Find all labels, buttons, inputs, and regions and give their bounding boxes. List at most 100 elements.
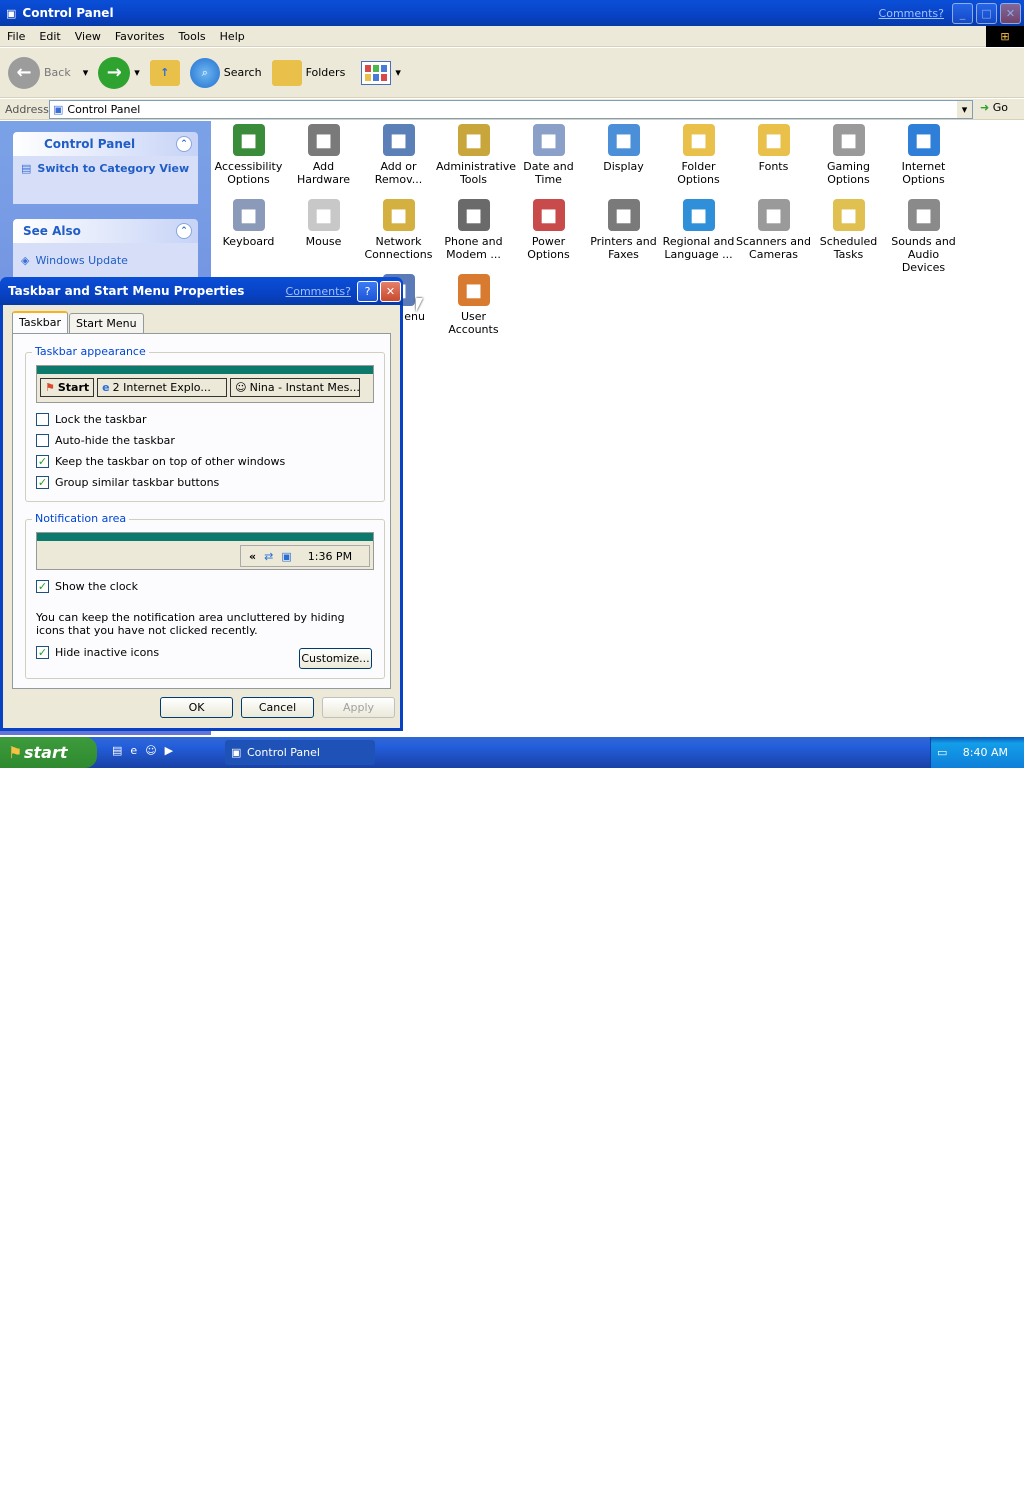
messenger-launch-icon[interactable]: ☺ bbox=[145, 744, 156, 757]
control-panel-item[interactable]: ■ Add or Remov... bbox=[361, 124, 436, 186]
ok-button[interactable]: OK bbox=[160, 697, 233, 718]
up-folder-button[interactable]: ↑ bbox=[149, 59, 180, 86]
lock-taskbar-checkbox[interactable]: Lock the taskbar bbox=[36, 413, 147, 426]
applet-label: Date and Time bbox=[523, 160, 574, 186]
switch-category-link[interactable]: Switch to Category View bbox=[37, 162, 189, 198]
applet-icon: ■ bbox=[232, 124, 265, 156]
lock-checkbox-box[interactable] bbox=[36, 413, 49, 426]
group-buttons-checkbox[interactable]: ✓ Group similar taskbar buttons bbox=[36, 476, 219, 489]
hide-inactive-checkbox[interactable]: ✓ Hide inactive icons bbox=[36, 646, 159, 659]
menu-view[interactable]: View bbox=[68, 30, 108, 43]
control-panel-item[interactable]: ■ Printers and Faxes bbox=[586, 199, 661, 261]
tray-preview: « ⇄ ▣ 1:36 PM bbox=[240, 545, 370, 567]
applet-label: Power Options bbox=[527, 235, 570, 261]
notification-area-group: Notification area « ⇄ ▣ 1:36 PM ✓ Show th… bbox=[25, 512, 385, 679]
collapse-icon[interactable]: ⌃ bbox=[176, 223, 192, 239]
views-button[interactable]: ▾ bbox=[361, 60, 401, 85]
ontop-checkbox-box[interactable]: ✓ bbox=[36, 455, 49, 468]
menu-edit[interactable]: Edit bbox=[32, 30, 67, 43]
forward-button[interactable]: → ▾ bbox=[98, 56, 140, 89]
minimize-button[interactable]: _ bbox=[952, 2, 973, 24]
tray-printer-icon[interactable]: ▭ bbox=[937, 746, 947, 759]
applet-label: Internet Options bbox=[901, 160, 946, 186]
control-panel-item[interactable]: ■ Add Hardware bbox=[286, 124, 361, 186]
applet-label: Keyboard bbox=[222, 235, 275, 248]
control-panel-item[interactable]: ■ Internet Options bbox=[886, 124, 961, 186]
collapse-icon[interactable]: ⌃ bbox=[176, 136, 192, 152]
control-panel-item[interactable]: ■ Scheduled Tasks bbox=[811, 199, 886, 261]
close-button[interactable]: ✕ bbox=[1000, 2, 1021, 24]
see-also-header[interactable]: See Also ⌃ bbox=[13, 219, 198, 243]
ontop-checkbox[interactable]: ✓ Keep the taskbar on top of other window… bbox=[36, 455, 285, 468]
control-panel-item[interactable]: ■ Folder Options bbox=[661, 124, 736, 186]
windows-logo-icon: ⊞ bbox=[986, 26, 1024, 47]
control-panel-item[interactable]: ■ Sounds and Audio Devices bbox=[886, 199, 961, 274]
start-button[interactable]: ⚑ start bbox=[0, 737, 97, 768]
apply-button[interactable]: Apply bbox=[322, 697, 395, 718]
applet-label: User Accounts bbox=[448, 310, 499, 336]
media-player-icon[interactable]: ▶ bbox=[165, 744, 173, 757]
control-panel-item[interactable]: ■ Gaming Options bbox=[811, 124, 886, 186]
show-clock-box[interactable]: ✓ bbox=[36, 580, 49, 593]
applet-label: Printers and Faxes bbox=[590, 235, 657, 261]
maximize-button[interactable]: □ bbox=[976, 2, 997, 24]
hide-inactive-label: Hide inactive icons bbox=[55, 646, 160, 659]
control-panel-item[interactable]: ■ Fonts bbox=[736, 124, 811, 173]
views-dropdown-icon[interactable]: ▾ bbox=[395, 66, 401, 79]
applet-label: Phone and Modem ... bbox=[444, 235, 503, 261]
control-panel-item[interactable]: ■ Keyboard bbox=[211, 199, 286, 248]
desktop-icon[interactable]: ▤ bbox=[112, 744, 122, 757]
menu-tools[interactable]: Tools bbox=[172, 30, 213, 43]
address-label: Address bbox=[5, 102, 49, 116]
dialog-comments-link[interactable]: Comments? bbox=[286, 285, 351, 298]
forward-dropdown-icon[interactable]: ▾ bbox=[134, 66, 140, 79]
control-panel-item[interactable]: ■ Regional and Language ... bbox=[661, 199, 736, 261]
control-panel-item[interactable]: ■ Date and Time bbox=[511, 124, 586, 186]
control-panel-item[interactable]: ■ Scanners and Cameras bbox=[736, 199, 811, 261]
ie-launch-icon[interactable]: e bbox=[130, 744, 137, 757]
address-field[interactable]: ▣ Control Panel ▾ bbox=[49, 100, 973, 119]
group-checkbox-box[interactable]: ✓ bbox=[36, 476, 49, 489]
customize-button[interactable]: Customize... bbox=[299, 648, 372, 669]
tab-taskbar[interactable]: Taskbar bbox=[12, 311, 68, 333]
applet-icon: ■ bbox=[682, 124, 715, 156]
comments-link[interactable]: Comments? bbox=[879, 7, 944, 20]
help-button[interactable]: ? bbox=[357, 280, 378, 302]
show-clock-checkbox[interactable]: ✓ Show the clock bbox=[36, 580, 138, 593]
folders-button[interactable]: Folders bbox=[271, 59, 345, 86]
control-panel-panel-header[interactable]: Control Panel ⌃ bbox=[13, 132, 198, 156]
ie-icon: e bbox=[102, 381, 110, 394]
hide-inactive-box[interactable]: ✓ bbox=[36, 646, 49, 659]
applet-icon: ■ bbox=[757, 124, 790, 156]
dialog-close-button[interactable]: ✕ bbox=[380, 280, 401, 302]
toolbar: ← Back ▾ → ▾ ↑ ⌕ Search Folders ▾ bbox=[0, 48, 1024, 98]
autohide-checkbox[interactable]: Auto-hide the taskbar bbox=[36, 434, 175, 447]
control-panel-item[interactable]: ■ Accessibility Options bbox=[211, 124, 286, 186]
search-button[interactable]: ⌕ Search bbox=[189, 57, 262, 88]
control-panel-item[interactable]: ■ Mouse bbox=[286, 199, 361, 248]
control-panel-item[interactable]: ■ User Accounts bbox=[436, 274, 511, 336]
control-panel-item[interactable]: ■ Power Options bbox=[511, 199, 586, 261]
control-panel-item[interactable]: ■ Display bbox=[586, 124, 661, 173]
back-dropdown-icon[interactable]: ▾ bbox=[83, 66, 89, 79]
back-button[interactable]: ← Back ▾ bbox=[8, 56, 89, 89]
control-panel-item[interactable]: ■ Phone and Modem ... bbox=[436, 199, 511, 261]
tab-start-menu[interactable]: Start Menu bbox=[69, 313, 144, 335]
sync-icon: ⇄ bbox=[264, 549, 274, 563]
control-panel-item[interactable]: ■ Network Connections bbox=[361, 199, 436, 261]
applet-label: Scheduled Tasks bbox=[819, 235, 878, 261]
go-button[interactable]: ➜ Go bbox=[980, 101, 1008, 114]
control-panel-item[interactable]: ■ Administrative Tools bbox=[436, 124, 516, 186]
applet-label: Fonts bbox=[758, 160, 789, 173]
menu-help[interactable]: Help bbox=[213, 30, 252, 43]
applet-label: Gaming Options bbox=[827, 160, 870, 186]
applet-icon: ■ bbox=[457, 199, 490, 231]
autohide-checkbox-box[interactable] bbox=[36, 434, 49, 447]
cancel-button[interactable]: Cancel bbox=[241, 697, 314, 718]
menu-file[interactable]: File bbox=[0, 30, 32, 43]
windows-update-link[interactable]: Windows Update bbox=[35, 254, 127, 267]
address-dropdown-icon[interactable]: ▾ bbox=[957, 101, 972, 118]
task-control-panel[interactable]: ▣ Control Panel bbox=[225, 740, 375, 765]
menu-favorites[interactable]: Favorites bbox=[108, 30, 172, 43]
mouse-cursor bbox=[416, 298, 423, 312]
